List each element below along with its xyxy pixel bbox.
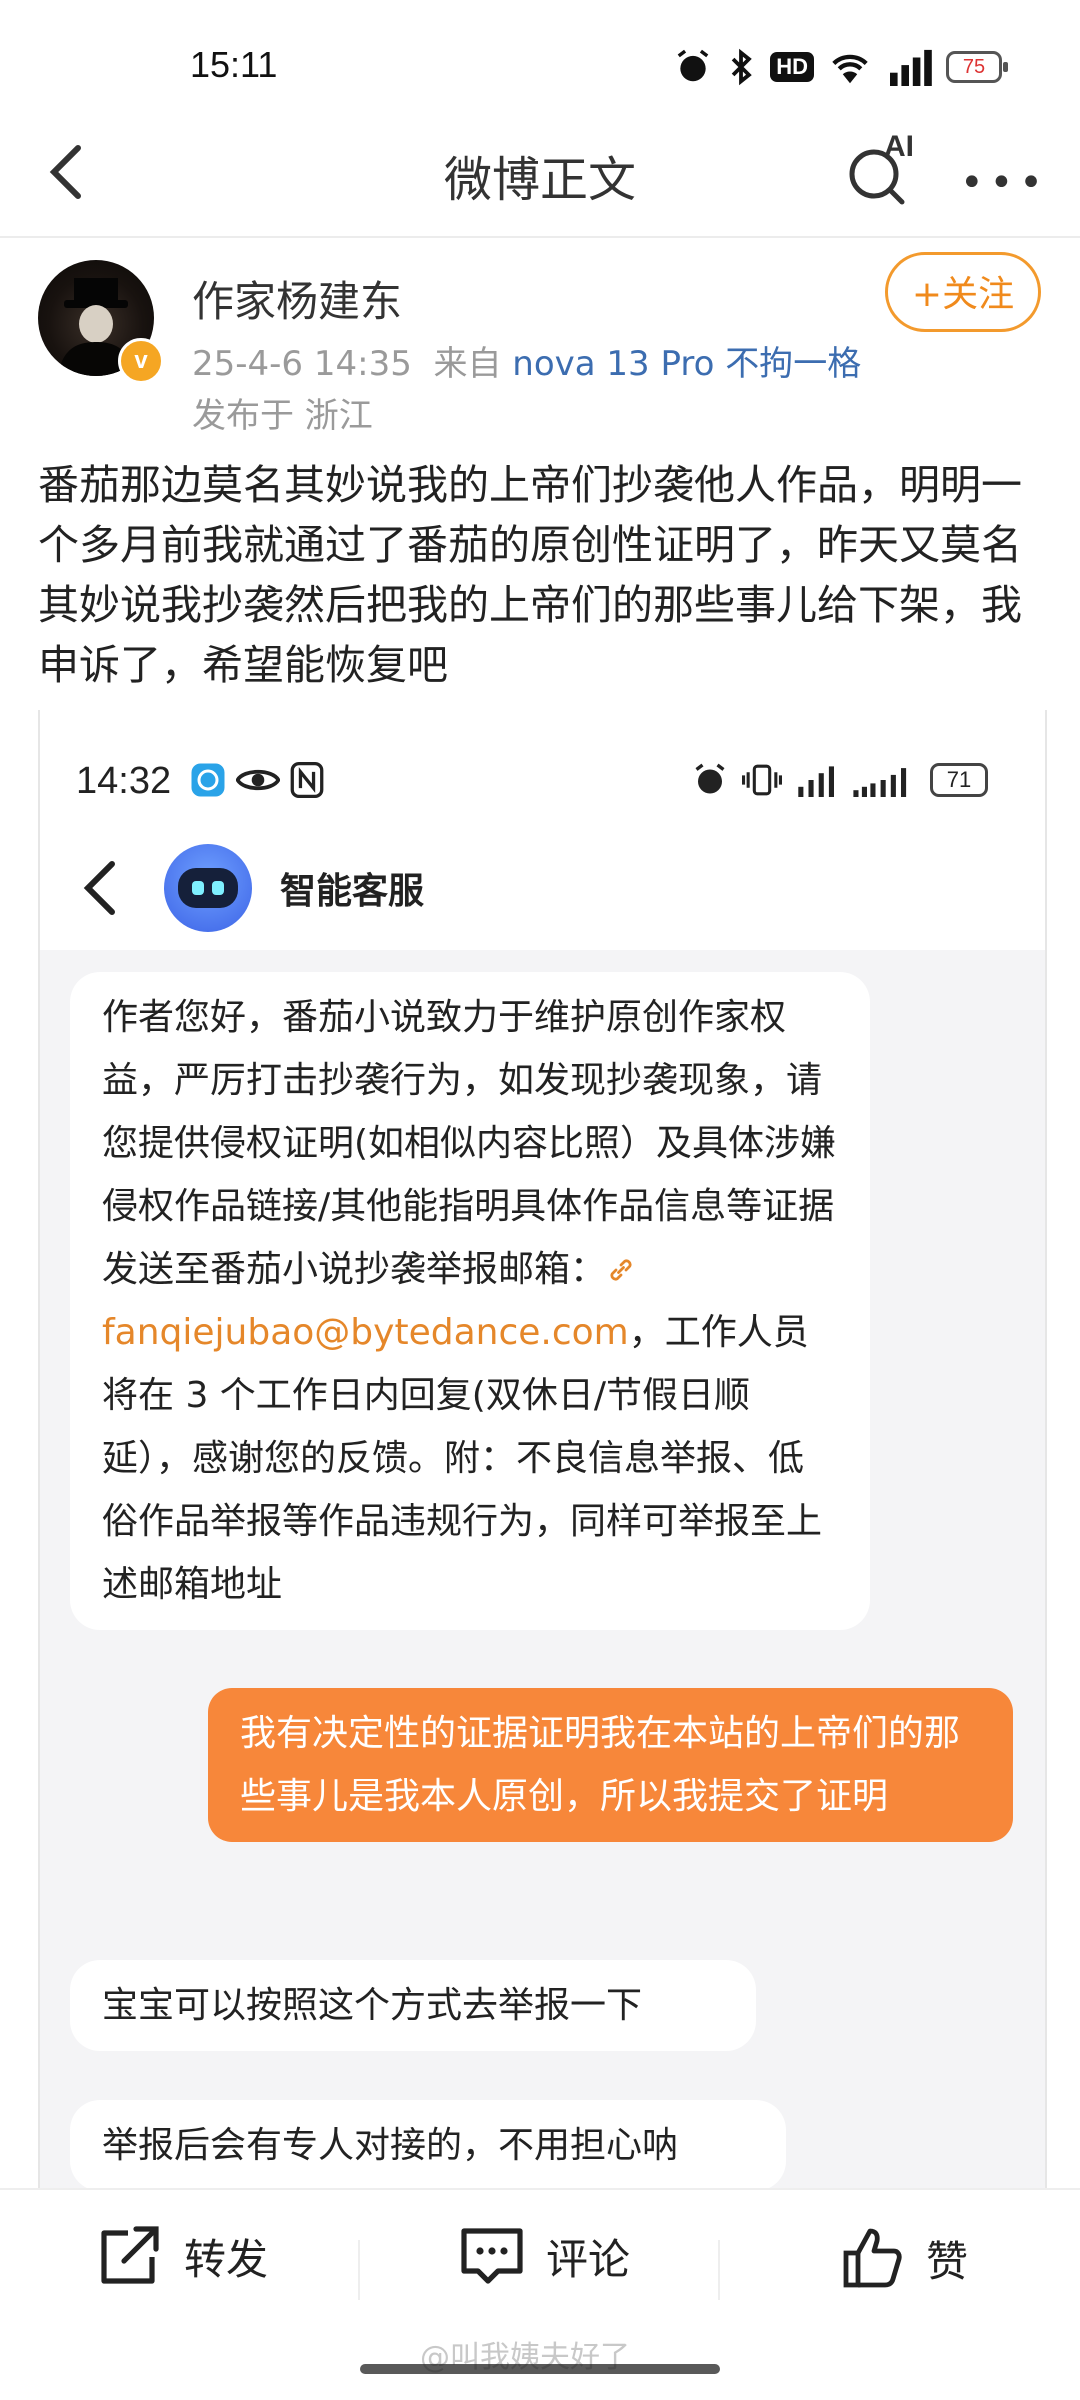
post-date: 25-4-6 14:35 [192, 344, 412, 384]
signal-icon [798, 766, 834, 797]
browser-icon [191, 763, 225, 797]
screenshot-status-icons-left [190, 762, 324, 798]
bot-avatar-icon [164, 844, 252, 932]
link-icon [610, 1259, 632, 1281]
chat-message-user: 我有决定性的证据证明我在本站的上帝们的那些事儿是我本人原创，所以我提交了证明 [208, 1688, 1013, 1842]
source-prefix: 来自 [433, 344, 502, 384]
battery-indicator: 75 [946, 51, 1008, 83]
vibrate-icon [742, 764, 782, 796]
eye-icon [236, 769, 280, 791]
chat-message-bot: 宝宝可以按照这个方式去举报一下 [70, 1960, 756, 2051]
bluetooth-icon [731, 48, 752, 86]
repost-label: 转发 [184, 2234, 269, 2284]
more-icon[interactable]: ••• [960, 160, 1049, 206]
follow-button[interactable]: +关注 [885, 252, 1041, 332]
status-bar: 15:11 HD 75 [0, 0, 1080, 130]
signal-icon [890, 49, 932, 86]
screenshot-status-icons-right: 71 [692, 762, 988, 798]
hd-badge: HD [770, 52, 814, 82]
screenshot-battery: 71 [930, 763, 988, 797]
verified-badge: v [118, 338, 164, 384]
comment-icon [461, 2228, 523, 2284]
home-indicator[interactable] [360, 2364, 720, 2374]
comment-label: 评论 [546, 2234, 631, 2284]
nfc-icon [290, 762, 324, 798]
share-icon [101, 2226, 159, 2284]
like-button[interactable]: 赞 [840, 2225, 968, 2291]
comment-button[interactable]: 评论 [458, 2225, 630, 2287]
ai-search-button[interactable]: AI [840, 130, 922, 210]
post-text: 番茄那边莫名其妙说我的上帝们抄袭他人作品，明明一个多月前我就通过了番茄的原创性证… [38, 461, 1022, 689]
author-name[interactable]: 作家杨建东 [192, 268, 402, 329]
status-time: 15:11 [190, 44, 278, 85]
like-label: 赞 [926, 2236, 969, 2286]
post-source[interactable]: nova 13 Pro 不拘一格 [512, 344, 861, 384]
divider [0, 236, 1080, 238]
screenshot-time: 14:32 [76, 760, 172, 802]
chat-message-bot: 举报后会有专人对接的，不用担心呐 [70, 2100, 786, 2190]
alarm-icon [677, 49, 709, 82]
thumbs-up-icon [843, 2228, 902, 2288]
status-icons: HD 75 [674, 48, 1008, 86]
back-icon [83, 861, 115, 915]
repost-button[interactable]: 转发 [96, 2225, 268, 2287]
alarm-icon [695, 763, 725, 794]
chat-message-bot: 作者您好，番茄小说致力于维护原创作家权益，严厉打击抄袭行为，如发现抄袭现象，请您… [70, 972, 870, 1630]
chat-title: 智能客服 [280, 871, 425, 912]
wifi-icon [832, 54, 868, 84]
ai-label: AI [884, 130, 914, 163]
embedded-screenshot[interactable]: 14:32 71 智能客服 作者您好，番茄小说致力于维护原创作家权益，严厉打击抄… [38, 710, 1047, 2190]
post-meta: 25-4-6 14:35 来自 nova 13 Pro 不拘一格 [192, 336, 861, 385]
post-location: 发布于 浙江 [192, 396, 373, 436]
signal-icon [853, 768, 907, 797]
divider [0, 2188, 1080, 2190]
